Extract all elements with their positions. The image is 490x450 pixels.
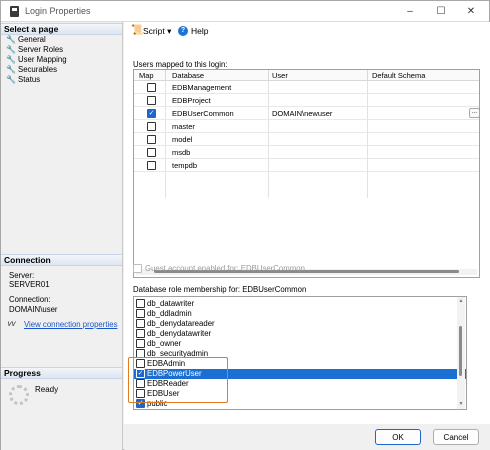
database-cell: EDBManagement	[172, 83, 232, 92]
map-checkbox[interactable]	[147, 161, 156, 170]
progress-header: Progress	[1, 367, 122, 379]
table-row[interactable]: model	[134, 133, 479, 146]
map-checkbox[interactable]	[147, 122, 156, 131]
table-row[interactable]: ✓ EDBUserCommon DOMAIN\newuser ...	[134, 107, 479, 120]
script-icon: 📜	[131, 25, 144, 36]
role-name: db_denydatawriter	[147, 329, 212, 338]
role-name: db_ddladmin	[147, 309, 192, 318]
page-item-label: General	[18, 35, 46, 44]
script-label: Script	[143, 26, 165, 36]
wrench-icon: 🔧	[6, 55, 16, 64]
maximize-button[interactable]: ☐	[424, 1, 458, 22]
map-checkbox[interactable]	[147, 96, 156, 105]
map-checkbox[interactable]	[147, 135, 156, 144]
column-header-user[interactable]: User	[272, 71, 288, 80]
role-checkbox[interactable]	[136, 319, 145, 328]
title-bar: Login Properties – ☐ ✕	[1, 1, 489, 22]
guest-checkbox	[133, 264, 142, 273]
connection-header: Connection	[1, 254, 122, 266]
view-connection-properties-link[interactable]: View connection properties	[24, 320, 117, 329]
page-item-securables[interactable]: 🔧 Securables	[3, 65, 121, 75]
wrench-icon: 🔧	[6, 65, 16, 74]
list-item[interactable]: db_denydatareader	[134, 319, 466, 329]
login-properties-window: Login Properties – ☐ ✕ Select a page 🔧 G…	[0, 0, 490, 450]
page-item-label: User Mapping	[18, 55, 67, 64]
wrench-icon: 🔧	[6, 75, 16, 84]
page-item-label: Status	[18, 75, 41, 84]
table-row[interactable]: tempdb	[134, 159, 479, 172]
role-checkbox[interactable]	[136, 339, 145, 348]
help-icon[interactable]: ?	[178, 26, 188, 36]
guest-account-label: Guest account enabled for: EDBUserCommon	[145, 264, 305, 273]
role-name: db_owner	[147, 339, 182, 348]
right-panel: 📜 Script ▾ ? Help Users mapped to this l…	[124, 22, 490, 424]
role-checkbox[interactable]	[136, 299, 145, 308]
role-checkbox[interactable]	[136, 329, 145, 338]
list-item[interactable]: db_denydatawriter	[134, 329, 466, 339]
page-item-label: Securables	[18, 65, 58, 74]
scroll-up-icon[interactable]: ▲	[458, 299, 464, 304]
scrollbar-thumb[interactable]	[459, 326, 462, 376]
column-header-default-schema[interactable]: Default Schema	[372, 71, 425, 80]
toolbar: 📜 Script ▾ ? Help	[124, 22, 490, 40]
wrench-icon: 🔧	[6, 35, 16, 44]
highlight-box	[128, 357, 228, 403]
minimize-button[interactable]: –	[393, 1, 427, 22]
map-checkbox[interactable]	[147, 148, 156, 157]
table-row[interactable]: master	[134, 120, 479, 133]
role-name: db_datawriter	[147, 299, 195, 308]
dialog-footer: OK Cancel	[124, 424, 490, 450]
select-page-header: Select a page	[1, 23, 122, 35]
users-mapped-label: Users mapped to this login:	[133, 60, 228, 69]
connection-label: Connection:	[9, 295, 51, 304]
connection-value: DOMAIN\user	[9, 305, 58, 314]
page-item-general[interactable]: 🔧 General	[3, 35, 121, 45]
page-item-user-mapping[interactable]: 🔧 User Mapping	[3, 55, 121, 65]
database-cell: master	[172, 122, 195, 131]
list-item[interactable]: db_datawriter	[134, 299, 466, 309]
role-checkbox[interactable]	[136, 309, 145, 318]
database-cell: model	[172, 135, 193, 144]
page-item-server-roles[interactable]: 🔧 Server Roles	[3, 45, 121, 55]
table-row[interactable]: EDBManagement	[134, 81, 479, 94]
page-item-status[interactable]: 🔧 Status	[3, 75, 121, 85]
role-name: db_denydatareader	[147, 319, 215, 328]
map-checkbox[interactable]	[147, 83, 156, 92]
database-cell: EDBUserCommon	[172, 109, 234, 118]
server-value: SERVER01	[9, 280, 50, 289]
close-button[interactable]: ✕	[454, 1, 488, 22]
server-label: Server:	[9, 271, 35, 280]
list-item[interactable]: db_ddladmin	[134, 309, 466, 319]
scroll-down-icon[interactable]: ▼	[458, 402, 464, 407]
list-item[interactable]: db_owner	[134, 339, 466, 349]
role-membership-label: Database role membership for: EDBUserCom…	[133, 285, 307, 294]
link-icon: 𝜈𝜈	[8, 319, 16, 328]
cancel-button[interactable]: Cancel	[433, 429, 479, 445]
wrench-icon: 🔧	[6, 45, 16, 54]
app-icon	[10, 6, 19, 17]
progress-status: Ready	[35, 385, 59, 394]
page-item-label: Server Roles	[18, 45, 64, 54]
table-row[interactable]: msdb	[134, 146, 479, 159]
script-button[interactable]: Script ▾	[143, 26, 171, 36]
schema-browse-button[interactable]: ...	[469, 108, 479, 118]
database-cell: tempdb	[172, 161, 198, 170]
spinner-icon	[9, 385, 29, 405]
vertical-scrollbar[interactable]: ▲ ▼	[457, 297, 465, 409]
column-header-database[interactable]: Database	[172, 71, 204, 80]
ok-button[interactable]: OK	[375, 429, 421, 445]
window-title: Login Properties	[25, 6, 91, 16]
map-checkbox[interactable]: ✓	[147, 109, 156, 118]
help-button[interactable]: Help	[191, 26, 208, 36]
page-list: 🔧 General 🔧 Server Roles 🔧 User Mapping …	[3, 35, 121, 85]
database-cell: msdb	[172, 148, 191, 157]
users-mapped-grid: Map Database User Default Schema EDBMana…	[133, 69, 480, 278]
database-cell: EDBProject	[172, 96, 211, 105]
table-row[interactable]: EDBProject	[134, 94, 479, 107]
column-header-map[interactable]: Map	[139, 71, 154, 80]
grid-header: Map Database User Default Schema	[134, 70, 479, 81]
user-cell[interactable]: DOMAIN\newuser	[272, 109, 332, 118]
